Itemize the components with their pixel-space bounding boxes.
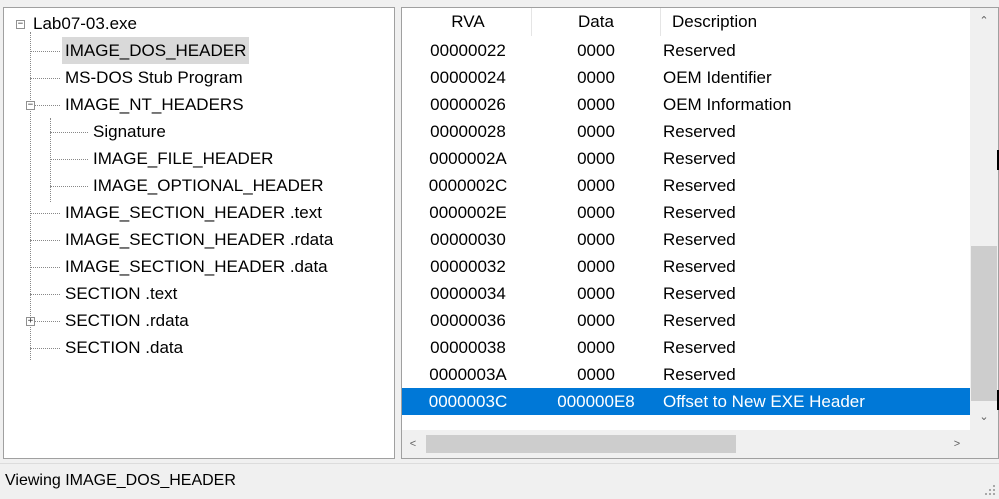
cell-data: 0000: [577, 41, 615, 60]
table-row[interactable]: 00000026 0000 OEM Information: [402, 91, 970, 118]
cell-data: 0000: [577, 284, 615, 303]
details-list[interactable]: RVA Data Description 00000022 0000 Reser…: [401, 7, 999, 459]
scroll-up-icon[interactable]: ⌃: [970, 10, 998, 32]
table-row[interactable]: 00000034 0000 Reserved: [402, 280, 970, 307]
table-row[interactable]: 0000002C 0000 Reserved: [402, 172, 970, 199]
horizontal-scrollbar[interactable]: < >: [402, 430, 970, 458]
cell-description: Reserved: [663, 176, 736, 195]
table-row[interactable]: 00000030 0000 Reserved: [402, 226, 970, 253]
collapse-icon[interactable]: −: [26, 101, 35, 110]
cell-rva: 0000003C: [428, 392, 508, 411]
table-row[interactable]: 0000002E 0000 Reserved: [402, 199, 970, 226]
cell-data: 0000: [577, 122, 615, 141]
scroll-down-icon[interactable]: ⌄: [970, 406, 998, 428]
cell-rva: 00000028: [430, 122, 506, 141]
cell-data: 0000: [577, 230, 615, 249]
column-header-data[interactable]: Data: [532, 8, 660, 36]
cell-data: 0000: [577, 68, 615, 87]
scroll-right-icon[interactable]: >: [946, 433, 968, 455]
table-row[interactable]: 00000038 0000 Reserved: [402, 334, 970, 361]
cell-rva: 00000034: [430, 284, 506, 303]
table-row-selected[interactable]: 0000003C 000000E8 Offset to New EXE Head…: [402, 388, 970, 415]
cell-data: 0000: [577, 338, 615, 357]
cell-description: Reserved: [663, 365, 736, 384]
scroll-left-icon[interactable]: <: [402, 433, 424, 455]
cell-data: 0000: [577, 176, 615, 195]
cell-rva: 00000032: [430, 257, 506, 276]
list-header: RVA Data Description: [402, 8, 970, 36]
cell-description: Reserved: [663, 149, 736, 168]
cell-data: 0000: [577, 95, 615, 114]
tree-view[interactable]: − − + Lab07-03.exe IMAGE_DOS_HEADER MS-D…: [3, 7, 395, 459]
status-text: Viewing IMAGE_DOS_HEADER: [5, 472, 236, 489]
expand-icon[interactable]: +: [26, 317, 35, 326]
table-row[interactable]: 0000003A 0000 Reserved: [402, 361, 970, 388]
cell-description: Reserved: [663, 122, 736, 141]
cell-description: Reserved: [663, 41, 736, 60]
status-bar: Viewing IMAGE_DOS_HEADER: [0, 463, 999, 499]
cell-description: Reserved: [663, 203, 736, 222]
vertical-scrollbar[interactable]: ⌃ ⌄: [970, 8, 998, 430]
cell-data: 0000: [577, 203, 615, 222]
cell-rva: 0000003A: [429, 365, 507, 384]
table-row[interactable]: 00000024 0000 OEM Identifier: [402, 64, 970, 91]
column-header-rva[interactable]: RVA: [408, 8, 528, 36]
cell-rva: 00000038: [430, 338, 506, 357]
cell-data: 0000: [577, 149, 615, 168]
cell-rva: 00000036: [430, 311, 506, 330]
cell-description: Offset to New EXE Header: [663, 392, 865, 411]
table-row[interactable]: 00000032 0000 Reserved: [402, 253, 970, 280]
cell-data: 0000: [577, 257, 615, 276]
cell-rva: 00000024: [430, 68, 506, 87]
cell-rva: 0000002A: [429, 149, 507, 168]
scrollbar-corner: [970, 430, 998, 458]
cell-description: Reserved: [663, 257, 736, 276]
cell-rva: 00000022: [430, 41, 506, 60]
cell-description: OEM Information: [663, 95, 792, 114]
horizontal-scroll-thumb[interactable]: [426, 435, 736, 453]
cell-description: Reserved: [663, 230, 736, 249]
table-row[interactable]: 0000002A 0000 Reserved: [402, 145, 970, 172]
vertical-scroll-thumb[interactable]: [971, 246, 997, 401]
cell-description: Reserved: [663, 284, 736, 303]
cell-rva: 0000002C: [428, 176, 508, 195]
table-row[interactable]: 00000022 0000 Reserved: [402, 37, 970, 64]
cell-data: 0000: [577, 365, 615, 384]
cell-data: 000000E8: [557, 392, 635, 411]
cell-description: Reserved: [663, 338, 736, 357]
table-row[interactable]: 00000036 0000 Reserved: [402, 307, 970, 334]
resize-grip-icon[interactable]: [984, 484, 996, 496]
cell-rva: 0000002E: [429, 203, 507, 222]
cell-rva: 00000030: [430, 230, 506, 249]
column-header-description[interactable]: Description: [672, 8, 757, 36]
cell-rva: 00000026: [430, 95, 506, 114]
table-row[interactable]: 00000028 0000 Reserved: [402, 118, 970, 145]
cell-description: Reserved: [663, 311, 736, 330]
collapse-icon[interactable]: −: [16, 20, 25, 29]
cell-data: 0000: [577, 311, 615, 330]
cell-description: OEM Identifier: [663, 68, 772, 87]
